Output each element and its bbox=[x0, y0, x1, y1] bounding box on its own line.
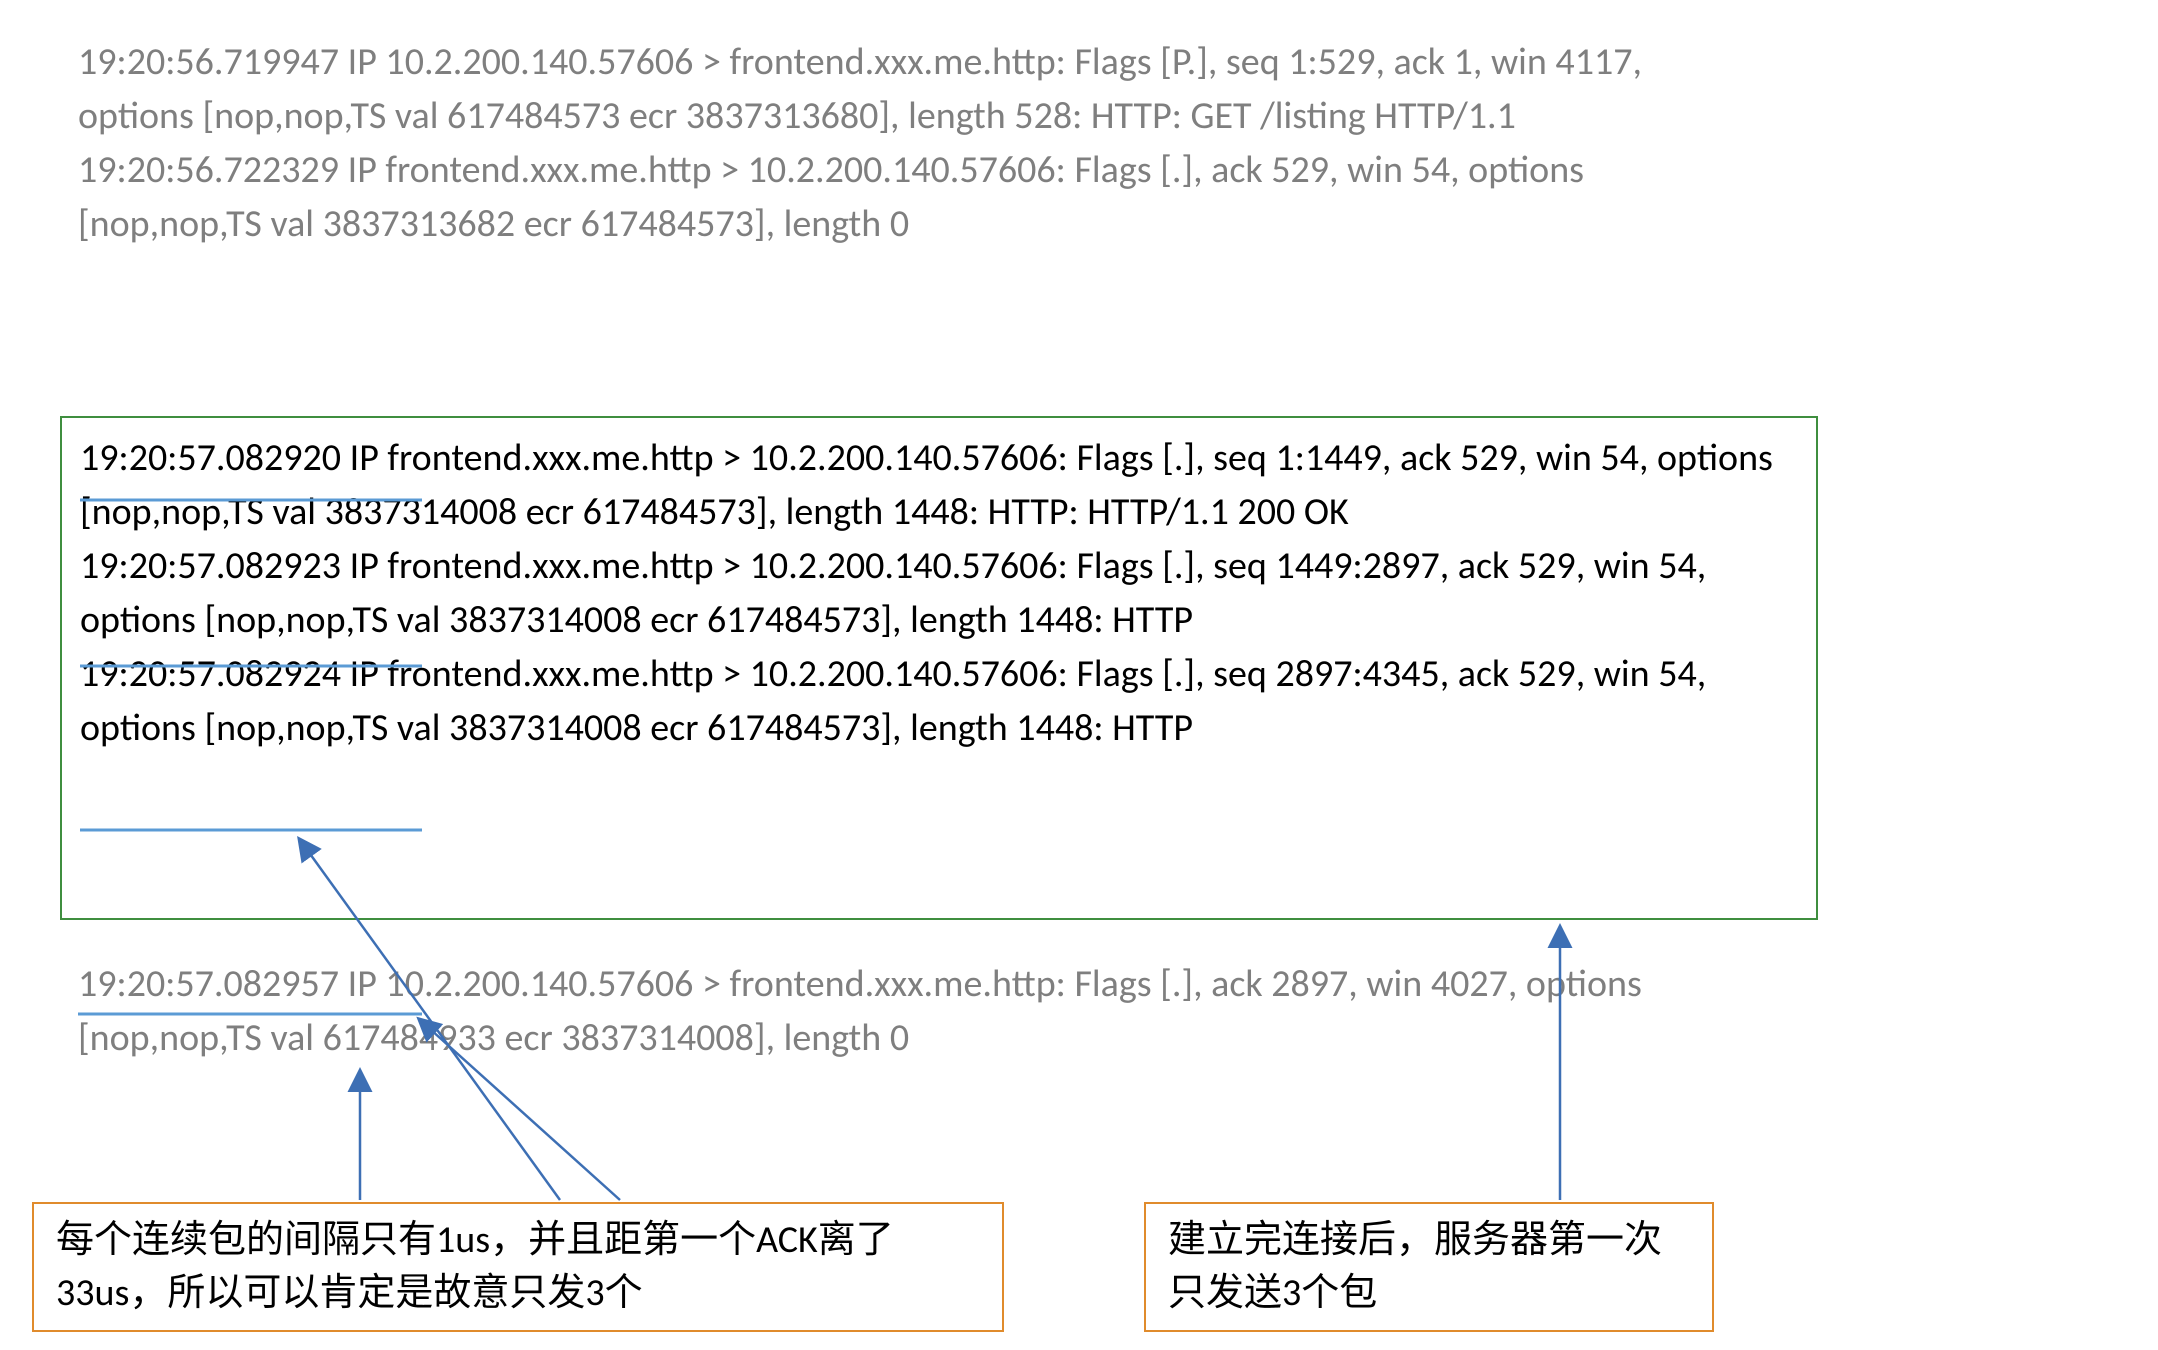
page: 19:20:56.719947 IP 10.2.200.140.57606 > … bbox=[0, 0, 2158, 1350]
tcpdump-bottom-block: 19:20:57.082957 IP 10.2.200.140.57606 > … bbox=[78, 958, 1758, 1066]
tcpdump-top-block: 19:20:56.719947 IP 10.2.200.140.57606 > … bbox=[78, 36, 1758, 252]
callout-right: 建立完连接后，服务器第一次只发送3个包 bbox=[1144, 1202, 1714, 1332]
tcpdump-boxed-block: 19:20:57.082920 IP frontend.xxx.me.http … bbox=[60, 416, 1818, 920]
callout-left: 每个连续包的间隔只有1us，并且距第一个ACK离了33us，所以可以肯定是故意只… bbox=[32, 1202, 1004, 1332]
